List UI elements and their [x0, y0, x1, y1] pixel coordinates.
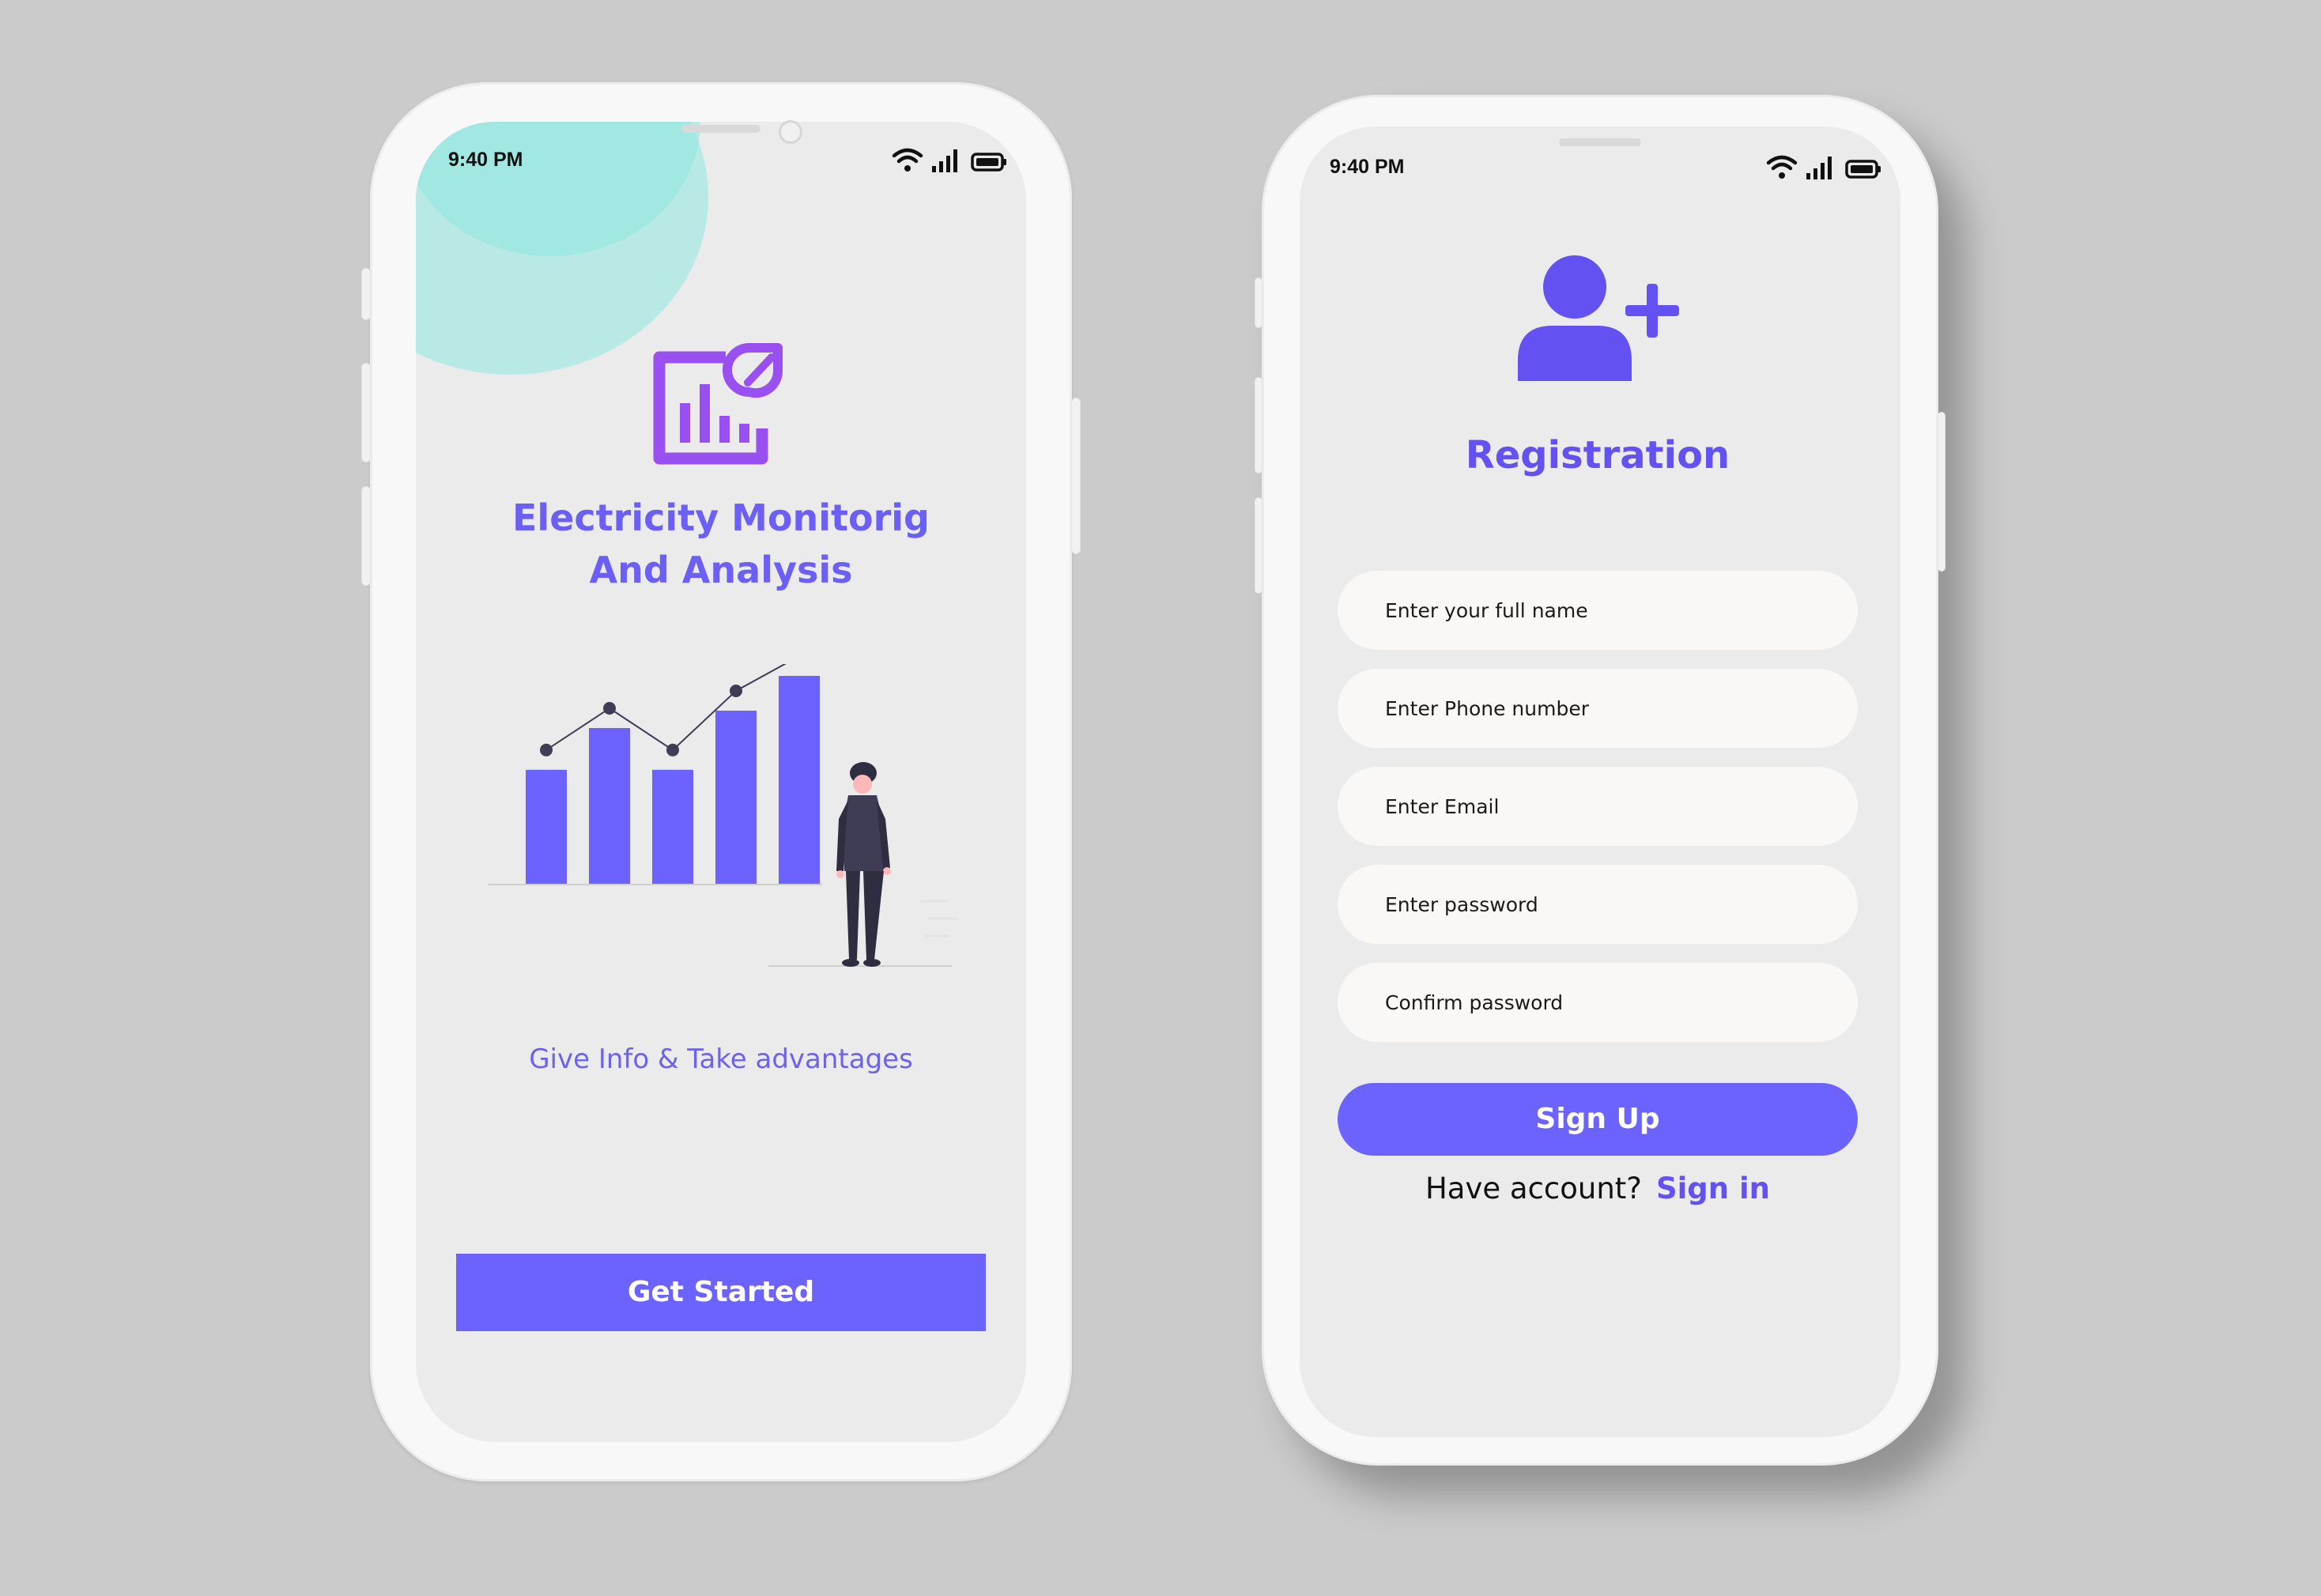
registration-title: Registration: [1465, 433, 1730, 477]
chart-point: [540, 743, 553, 756]
speaker-grille: [1559, 138, 1641, 146]
chart-point: [603, 702, 616, 715]
power-button: [1938, 413, 1945, 571]
volume-up-button: [362, 364, 370, 462]
mute-switch: [362, 269, 370, 319]
chart-bar: [779, 676, 820, 885]
chart-point: [730, 685, 742, 697]
status-icons: [1766, 154, 1881, 179]
chart-dots: [540, 685, 742, 756]
chart-bar: [589, 728, 630, 885]
chart-point: [666, 743, 679, 756]
signal-icon: [932, 149, 957, 172]
chart-bar: [652, 769, 693, 885]
chart-bars: [526, 676, 820, 885]
status-icons: [892, 147, 1007, 172]
mockup-stage: 9:40 PM Electricity Monitorig And Analys…: [0, 0, 2321, 1596]
wifi-icon: [1766, 155, 1798, 179]
signal-icon: [1806, 157, 1832, 179]
growth-chart-illustration: [488, 664, 957, 967]
front-camera: [779, 120, 802, 144]
user-plus-icon: [1518, 255, 1679, 381]
chart-trend-line: [545, 664, 787, 752]
chart-bar: [715, 711, 757, 885]
status-time: 9:40 PM: [1330, 156, 1405, 178]
sign-in-link[interactable]: Sign in: [1656, 1172, 1770, 1205]
wifi-icon: [892, 148, 923, 172]
person-figure: [836, 762, 891, 967]
tagline: Give Info & Take advantages: [529, 1043, 913, 1075]
volume-down-button: [362, 487, 370, 585]
full-name-field[interactable]: Enter your full name: [1338, 571, 1858, 650]
battery-icon: [1845, 160, 1881, 179]
app-title: Electricity Monitorig And Analysis: [512, 496, 930, 591]
confirm-password-field[interactable]: Confirm password: [1338, 963, 1858, 1042]
have-account-row: Have account? Sign in: [1315, 1172, 1880, 1205]
sign-up-button[interactable]: Sign Up: [1338, 1083, 1858, 1156]
phone-field[interactable]: Enter Phone number: [1338, 669, 1858, 748]
get-started-button[interactable]: Get Started: [456, 1254, 986, 1331]
speaker-grille: [681, 125, 760, 133]
chart-bar: [526, 769, 567, 885]
chart-leaf-icon: [653, 343, 783, 465]
email-field[interactable]: Enter Email: [1338, 767, 1858, 846]
volume-up-button: [1255, 378, 1262, 473]
power-button: [1072, 398, 1080, 553]
password-field[interactable]: Enter password: [1338, 865, 1858, 944]
battery-icon: [971, 153, 1006, 172]
status-time: 9:40 PM: [448, 149, 523, 171]
mute-switch: [1255, 278, 1262, 327]
volume-down-button: [1255, 498, 1262, 593]
have-account-text: Have account?: [1425, 1172, 1642, 1205]
